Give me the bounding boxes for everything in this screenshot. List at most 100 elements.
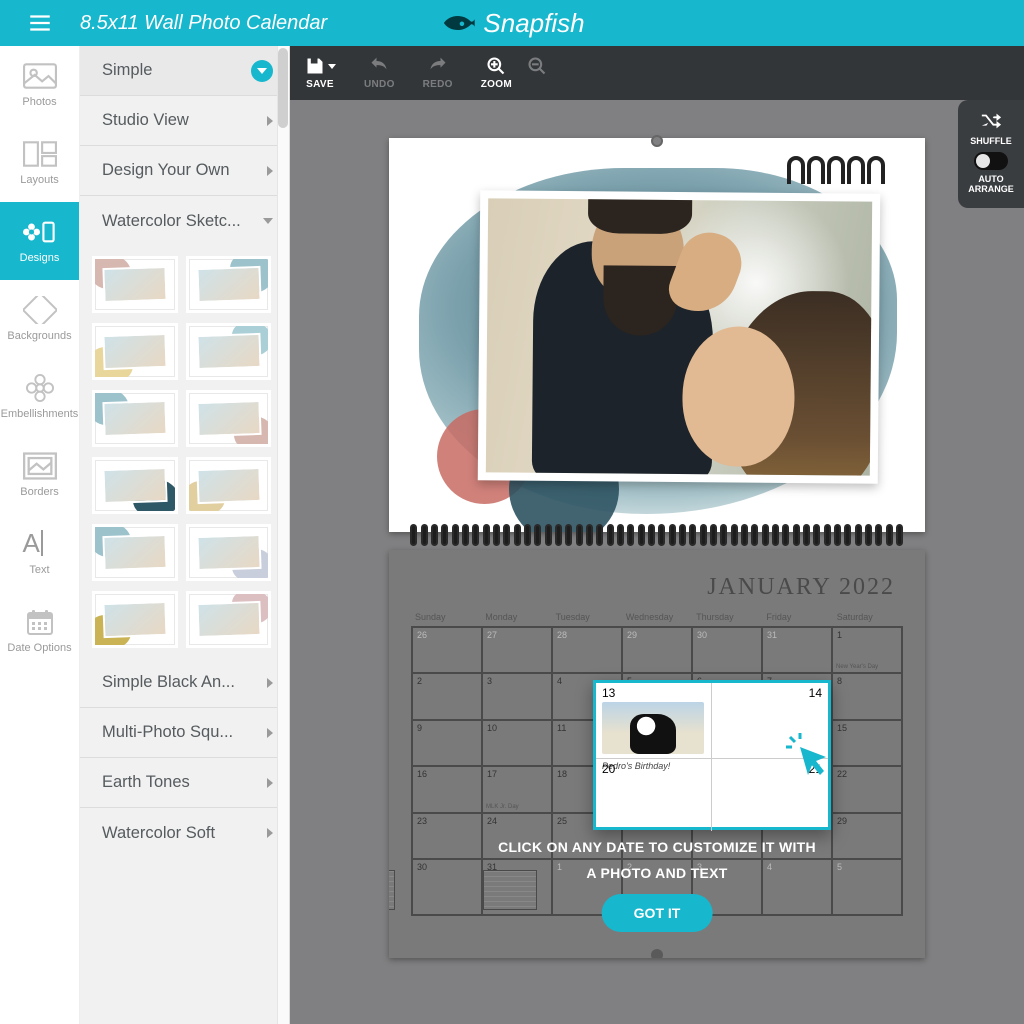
calendar-icon [23,608,57,636]
app-header: 8.5x11 Wall Photo Calendar Snapfish [0,0,1024,46]
category-earth-tones[interactable]: Earth Tones [80,758,289,808]
chevron-right-icon [267,116,273,126]
calendar-cell[interactable]: 29 [622,627,692,673]
nav-date-options[interactable]: Date Options [0,592,79,670]
menu-button[interactable] [0,10,80,36]
design-thumb[interactable] [92,591,178,648]
brand-name: Snapfish [483,8,584,39]
chevron-down-icon [328,64,336,69]
category-design-your-own[interactable]: Design Your Own [80,146,289,196]
flower-icon [23,374,57,402]
design-thumb[interactable] [92,390,178,447]
chevron-down-icon [251,60,273,82]
redo-icon [427,56,449,76]
panel-scrollbar[interactable] [277,46,289,1024]
spiral-binding [389,532,925,550]
nav-layouts[interactable]: Layouts [0,124,79,202]
design-thumb[interactable] [186,256,272,313]
got-it-button[interactable]: GOT IT [602,894,713,932]
nav-label: Backgrounds [7,330,71,342]
nav-photos[interactable]: Photos [0,46,79,124]
nav-embellishments[interactable]: Embellishments [0,358,79,436]
category-studio-view[interactable]: Studio View [80,96,289,146]
month-title: JANUARY 2022 [707,574,895,601]
nav-label: Text [29,564,49,576]
save-button[interactable]: SAVE [304,56,336,90]
photo-slot[interactable] [478,190,881,483]
calendar-cell[interactable]: 3 [482,673,552,719]
hang-hole [651,949,663,958]
brand-logo[interactable]: Snapfish [439,8,584,39]
chevron-right-icon [267,778,273,788]
chevron-right-icon [267,166,273,176]
design-thumb[interactable] [186,457,272,514]
chevron-right-icon [267,678,273,688]
calendar-cell[interactable]: 30 [692,627,762,673]
design-thumb[interactable] [92,457,178,514]
designs-dropdown[interactable]: Simple [80,46,289,96]
borders-icon [23,452,57,480]
design-thumbnail-grid [80,246,289,658]
calendar-cell[interactable]: 2 [412,673,482,719]
doodle-icon [787,156,885,184]
calendar-cell[interactable]: 1New Year's Day [832,627,902,673]
calendar-cell[interactable]: 31 [762,627,832,673]
calendar-cell[interactable]: 10 [482,720,552,766]
scrollbar-thumb[interactable] [278,48,288,128]
date-highlight[interactable]: 13 14 Pedro's Birthday! 20 21 [593,680,831,830]
design-thumb[interactable] [186,323,272,380]
calendar-top-page[interactable] [389,138,925,532]
nav-label: Photos [22,96,56,108]
calendar-cell[interactable]: 15 [832,720,902,766]
zoom-in-button[interactable]: ZOOM [481,56,512,90]
product-title: 8.5x11 Wall Photo Calendar [80,12,327,35]
nav-label: Date Options [7,642,71,654]
design-thumb[interactable] [186,591,272,648]
category-active[interactable]: Watercolor Sketc... [80,196,289,246]
side-nav: Photos Layouts Designs Backgrounds Embel… [0,46,80,1024]
chevron-right-icon [267,728,273,738]
nav-text[interactable]: A Text [0,514,79,592]
calendar-cell[interactable]: 9 [412,720,482,766]
nav-label: Designs [20,252,60,264]
chevron-right-icon [267,828,273,838]
editor-toolbar: SAVE UNDO REDO ZOOM [290,46,1024,100]
category-simple-black[interactable]: Simple Black An... [80,658,289,708]
nav-borders[interactable]: Borders [0,436,79,514]
calendar-cell[interactable]: 22 [832,766,902,812]
calendar-cell[interactable]: 16 [412,766,482,812]
redo-button[interactable]: REDO [423,56,453,90]
design-thumb[interactable] [186,390,272,447]
calendar-preview[interactable]: JANUARY 2022 SundayMondayTuesdayWednesda… [389,138,925,958]
design-thumb[interactable] [186,524,272,581]
calendar-cell[interactable]: 8 [832,673,902,719]
calendar-cell[interactable]: 28 [552,627,622,673]
design-thumb[interactable] [92,256,178,313]
photos-icon [23,62,57,90]
design-thumb[interactable] [92,524,178,581]
dropdown-label: Simple [102,61,152,80]
calendar-cell[interactable]: 26 [412,627,482,673]
calendar-bottom-page[interactable]: JANUARY 2022 SundayMondayTuesdayWednesda… [389,550,925,958]
tooltip-text: CLICK ON ANY DATE TO CUSTOMIZE IT WITH A… [389,834,925,886]
designs-icon [23,218,57,246]
zoom-out-button[interactable] [526,56,548,90]
designs-panel: Simple Studio View Design Your Own Water… [80,46,290,1024]
canvas[interactable]: JANUARY 2022 SundayMondayTuesdayWednesda… [290,100,1024,1024]
calendar-cell[interactable]: 17MLK Jr. Day [482,766,552,812]
save-icon [304,56,326,76]
category-watercolor-soft[interactable]: Watercolor Soft [80,808,289,858]
nav-label: Embellishments [1,408,79,420]
undo-button[interactable]: UNDO [364,56,395,90]
calendar-cell[interactable]: 27 [482,627,552,673]
event-photo [602,702,704,754]
hamburger-icon [27,10,53,36]
nav-designs[interactable]: Designs [0,202,79,280]
undo-icon [368,56,390,76]
editor-stage: SAVE UNDO REDO ZOOM SHUFFLE [290,46,1024,1024]
zoom-out-icon [526,56,548,76]
nav-backgrounds[interactable]: Backgrounds [0,280,79,358]
design-thumb[interactable] [92,323,178,380]
day-headers: SundayMondayTuesdayWednesdayThursdayFrid… [411,610,903,624]
category-multi-photo[interactable]: Multi-Photo Squ... [80,708,289,758]
